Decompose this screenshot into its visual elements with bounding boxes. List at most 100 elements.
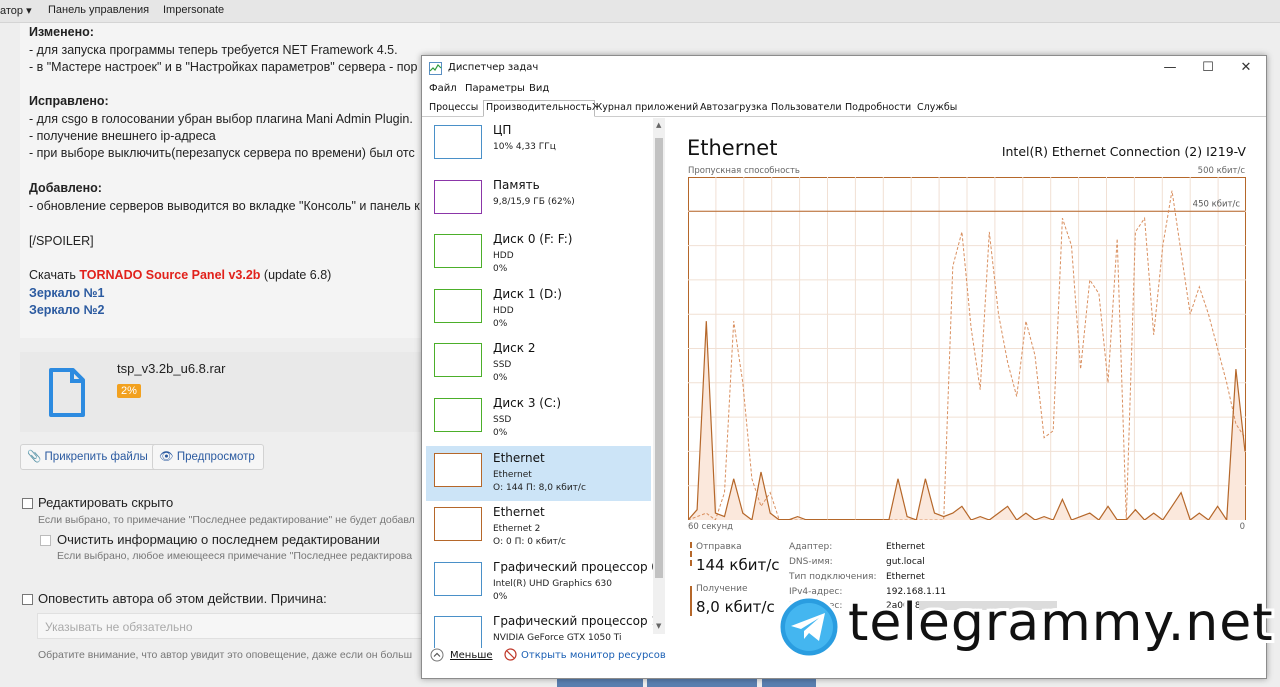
device-item[interactable]: Диск 3 (C:) SSD 0% bbox=[426, 391, 651, 446]
x-right-label: 0 bbox=[1239, 522, 1245, 532]
device-list: ЦП 10% 4,33 ГГц Память 9,8/15,9 ГБ (62%) Дис… bbox=[426, 118, 666, 648]
device-detail-line-1: Ethernet bbox=[493, 469, 532, 480]
receive-legend-marker bbox=[690, 586, 692, 616]
attach-files-label: Прикрепить файлы bbox=[44, 451, 148, 463]
menu-file[interactable]: Файл bbox=[429, 83, 457, 94]
reason-input[interactable]: Указывать не обязательно bbox=[37, 613, 437, 639]
device-thumbnail-graph bbox=[434, 398, 482, 432]
device-item[interactable]: Память 9,8/15,9 ГБ (62%) bbox=[426, 173, 651, 228]
info-value-adapter: Ethernet bbox=[886, 542, 925, 552]
throughput-chart: 450 кбит/с bbox=[688, 177, 1246, 520]
fewer-details-link[interactable]: Меньше bbox=[450, 650, 493, 661]
device-name: Ethernet bbox=[493, 450, 545, 465]
device-thumbnail-graph bbox=[434, 561, 482, 596]
device-thumbnail-graph bbox=[434, 343, 482, 378]
chevron-up-icon[interactable] bbox=[430, 648, 444, 662]
open-resource-monitor-link[interactable]: Открыть монитор ресурсов bbox=[521, 650, 666, 661]
tab-performance[interactable]: Производительность bbox=[483, 100, 595, 117]
task-manager-icon bbox=[429, 62, 442, 75]
window-title: Диспетчер задач bbox=[448, 62, 539, 73]
menu-options[interactable]: Параметры bbox=[465, 83, 525, 94]
device-item[interactable]: ЦП 10% 4,33 ГГц bbox=[426, 118, 651, 173]
attachment-file-name[interactable]: tsp_v3.2b_u6.8.rar bbox=[117, 361, 225, 376]
extra-button-edge[interactable] bbox=[762, 679, 816, 687]
author-menu[interactable]: атор ▾ bbox=[0, 4, 32, 17]
info-value-connection-type: Ethernet bbox=[886, 572, 925, 582]
device-item[interactable]: Графический процессор 0 Intel(R) UHD Grap… bbox=[426, 555, 659, 610]
device-item[interactable]: Диск 2 SSD 0% bbox=[426, 336, 651, 391]
device-item[interactable]: Ethernet Ethernet О: 144 П: 8,0 кбит/с bbox=[426, 445, 651, 501]
minimize-icon[interactable]: — bbox=[1155, 58, 1185, 78]
send-legend-marker bbox=[690, 542, 692, 566]
info-key-adapter: Адаптер: bbox=[789, 542, 833, 552]
device-item[interactable]: Диск 0 (F: F:) HDD 0% bbox=[426, 227, 651, 282]
reference-line-label: 450 кбит/с bbox=[1193, 199, 1241, 209]
scroll-up-icon[interactable]: ▲ bbox=[656, 121, 661, 129]
cancel-button-edge[interactable] bbox=[647, 679, 757, 687]
notify-author-checkbox[interactable] bbox=[22, 594, 33, 605]
device-detail-line-2: 0% bbox=[493, 373, 508, 384]
menu-view[interactable]: Вид bbox=[529, 83, 549, 94]
receive-label: Получение bbox=[696, 584, 748, 594]
y-max-label: 500 кбит/с bbox=[1197, 166, 1245, 176]
tab-processes[interactable]: Процессы bbox=[427, 101, 480, 115]
scrollbar-thumb[interactable] bbox=[655, 138, 663, 578]
tab-app-history[interactable]: Журнал приложений bbox=[590, 101, 700, 115]
device-name: Диск 3 (C:) bbox=[493, 396, 562, 410]
tab-startup[interactable]: Автозагрузка bbox=[698, 101, 770, 115]
device-list-scrollbar[interactable]: ▲ ▼ bbox=[653, 118, 665, 634]
tab-services[interactable]: Службы bbox=[915, 101, 959, 115]
maximize-icon[interactable]: ☐ bbox=[1193, 58, 1223, 78]
download-prefix: Скачать bbox=[29, 268, 80, 282]
title-bar[interactable]: Диспетчер задач — ☐ ✕ bbox=[422, 56, 1266, 82]
telegram-logo-icon bbox=[777, 595, 841, 659]
mirror-link-1[interactable]: Зеркало №1 bbox=[29, 286, 104, 300]
paperclip-icon: 📎 bbox=[27, 451, 42, 463]
device-thumbnail-graph bbox=[434, 452, 482, 487]
device-name: Ethernet bbox=[493, 505, 545, 520]
device-name: Графический процессор 0 bbox=[493, 559, 660, 574]
tab-users[interactable]: Пользователи bbox=[769, 101, 844, 115]
attach-files-button[interactable]: 📎 Прикрепить файлы bbox=[20, 444, 157, 470]
tab-bar: Процессы Производительность Журнал прило… bbox=[422, 100, 1266, 117]
upload-progress-badge: 2% bbox=[117, 384, 141, 398]
preview-label: Предпросмотр bbox=[176, 451, 255, 463]
mirror-link-2[interactable]: Зеркало №2 bbox=[29, 303, 104, 317]
file-icon[interactable] bbox=[48, 368, 86, 418]
task-manager-window: Диспетчер задач — ☐ ✕ Файл Параметры Вид… bbox=[421, 55, 1267, 679]
download-line: Скачать TORNADO Source Panel v3.2b (upda… bbox=[29, 268, 331, 282]
clear-info-hint: Если выбрано, любое имеющееся примечание… bbox=[57, 550, 413, 562]
spoiler-close-tag: [/SPOILER] bbox=[29, 234, 94, 248]
scroll-down-icon[interactable]: ▼ bbox=[656, 622, 661, 630]
device-detail-line-1: Ethernet 2 bbox=[493, 524, 541, 535]
forum-top-bar: атор ▾ Панель управления Impersonate bbox=[0, 0, 1280, 23]
fixed-heading: Исправлено: bbox=[29, 94, 109, 108]
preview-button[interactable]: 👁 Предпросмотр bbox=[152, 444, 264, 470]
device-detail-line-1: HDD bbox=[493, 251, 514, 262]
added-heading: Добавлено: bbox=[29, 181, 102, 195]
edit-hidden-hint: Если выбрано, то примечание "Последнее р… bbox=[38, 514, 415, 526]
send-label: Отправка bbox=[696, 542, 742, 552]
device-name: Диск 0 (F: F:) bbox=[493, 232, 573, 247]
tab-details[interactable]: Подробности bbox=[843, 101, 913, 115]
device-detail-line-2: 0% bbox=[493, 264, 508, 275]
close-icon[interactable]: ✕ bbox=[1231, 58, 1261, 78]
device-detail-line-2: О: 0 П: 0 кбит/с bbox=[493, 537, 566, 548]
control-panel-link[interactable]: Панель управления bbox=[48, 4, 149, 16]
info-value-dns: gut.local bbox=[886, 557, 925, 567]
throughput-label: Пропускная способность bbox=[688, 166, 800, 176]
save-button-edge[interactable] bbox=[557, 679, 643, 687]
download-link[interactable]: TORNADO Source Panel v3.2b bbox=[79, 268, 260, 282]
device-detail-line-1: SSD bbox=[493, 360, 512, 371]
fixed-line-3: - при выборе выключить(перезапуск сервер… bbox=[29, 146, 415, 160]
device-item[interactable]: Диск 1 (D:) HDD 0% bbox=[426, 282, 651, 337]
detail-title: Ethernet bbox=[687, 136, 778, 160]
device-name: ЦП bbox=[493, 123, 512, 137]
adapter-name: Intel(R) Ethernet Connection (2) I219-V bbox=[1001, 144, 1246, 159]
device-item[interactable]: Ethernet Ethernet 2 О: 0 П: 0 кбит/с bbox=[426, 500, 651, 555]
eye-icon: 👁 bbox=[159, 451, 174, 463]
impersonate-link[interactable]: Impersonate bbox=[163, 4, 224, 16]
clear-info-checkbox[interactable] bbox=[40, 535, 51, 546]
device-thumbnail-graph bbox=[434, 179, 482, 214]
edit-hidden-checkbox[interactable] bbox=[22, 498, 33, 509]
